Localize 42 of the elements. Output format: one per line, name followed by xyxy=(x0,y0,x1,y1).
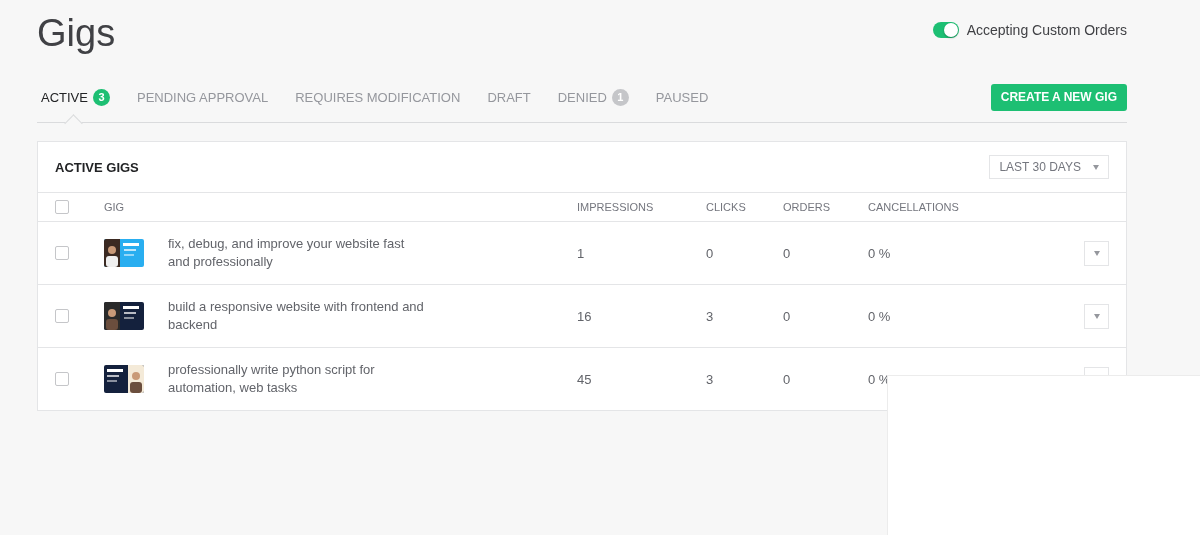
checkbox[interactable] xyxy=(55,200,69,214)
tab[interactable]: ACTIVE 3 xyxy=(37,72,110,122)
table-cell: 1 xyxy=(577,245,585,261)
column-header: CANCELLATIONS xyxy=(868,201,959,213)
caret-icon xyxy=(1093,164,1099,170)
gig-title[interactable]: fix, debug, and improve your website fast and professionally xyxy=(168,235,428,271)
tab[interactable]: PAUSED xyxy=(651,72,709,122)
count-badge: 3 xyxy=(92,88,110,106)
column-header: GIG xyxy=(104,201,125,213)
table-cell: 45 xyxy=(577,371,592,387)
tab[interactable]: PENDING APPROVAL xyxy=(132,72,269,122)
create-gig-button[interactable]: CREATE A NEW GIG xyxy=(990,83,1127,111)
checkbox[interactable] xyxy=(55,246,69,260)
row-menu-button[interactable] xyxy=(1084,303,1109,329)
table-cell: 0 xyxy=(783,245,791,261)
table-cell: 0 % xyxy=(868,245,891,261)
caret-icon xyxy=(1093,250,1100,256)
table-cell: 0 % xyxy=(868,308,891,324)
checkbox[interactable] xyxy=(55,309,69,323)
gig-title[interactable]: build a responsive website with frontend and backend xyxy=(168,298,428,334)
toggle-switch[interactable] xyxy=(932,22,959,38)
table-cell: 0 xyxy=(783,371,791,387)
table-cell: 16 xyxy=(577,308,592,324)
page-title: Gigs xyxy=(37,12,116,55)
tab[interactable]: DENIED 1 xyxy=(553,72,629,122)
caret-icon xyxy=(1093,313,1100,319)
table-title: ACTIVE GIGS xyxy=(55,159,139,175)
period-dropdown[interactable]: LAST 30 DAYS xyxy=(989,155,1109,179)
gig-title[interactable]: professionally write python script for automation, web tasks xyxy=(168,361,428,397)
column-header: ORDERS xyxy=(783,201,831,213)
table-cell: 0 xyxy=(706,245,714,261)
checkbox[interactable] xyxy=(55,372,69,386)
toggle-label: Accepting Custom Orders xyxy=(966,22,1127,38)
count-badge: 1 xyxy=(611,88,629,106)
column-header: IMPRESSIONS xyxy=(577,201,654,213)
tab[interactable]: REQUIRES MODIFICATION xyxy=(291,72,461,122)
table-cell: 0 xyxy=(783,308,791,324)
row-menu-button[interactable] xyxy=(1084,240,1109,266)
table-cell: 3 xyxy=(706,371,714,387)
tab[interactable]: DRAFT xyxy=(483,72,531,122)
column-header: CLICKS xyxy=(706,201,746,213)
table-cell: 3 xyxy=(706,308,714,324)
